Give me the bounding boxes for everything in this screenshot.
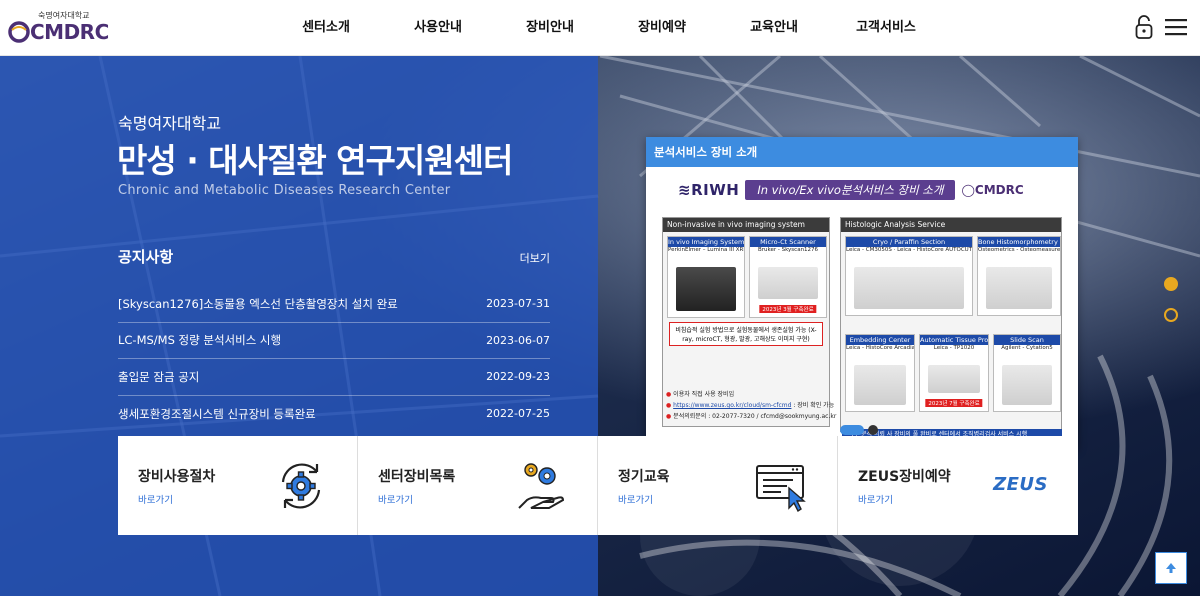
hero-section: 숙명여자대학교 만성 · 대사질환 연구지원센터 Chronic and Met… [0,56,1200,596]
notice-item-title: 출입문 잠금 공지 [118,369,200,384]
notice-board: 공지사항 더보기 [Skyscan1276]소동물용 엑스선 단층촬영장치 설치… [118,244,550,432]
equipment-photo [986,267,1052,309]
poster-title-band: In vivo/Ex vivo분석서비스 장비 소개 [745,180,956,200]
equipment-card: Slide Scan Agilent - Cytation5 [993,334,1061,412]
hero-english-title: Chronic and Metabolic Diseases Research … [118,183,451,198]
notice-item[interactable]: [Skyscan1276]소동물용 엑스선 단층촬영장치 설치 완료 2023-… [118,286,550,323]
quick-menu: 장비사용절차 바로가기 센터장비목록 바로가기 정기교육 바로가기 ZEUS장비… [118,436,1078,535]
quick-go-link[interactable]: 바로가기 [858,492,893,506]
notice-item[interactable]: 출입문 잠금 공지 2022-09-23 [118,359,550,396]
hand-gears-icon [518,463,565,509]
equipment-photo [676,267,736,311]
equipment-card: Micro-Ct Scanner Bruker - Skyscan1276 20… [749,236,827,318]
quick-equipment-procedure[interactable]: 장비사용절차 바로가기 [118,436,358,535]
notice-item-date: 2022-09-23 [486,370,550,384]
equipment-popup[interactable]: 분석서비스 장비 소개 ≋RIWH In vivo/Ex vivo분석서비스 장… [646,137,1078,449]
equipment-photo [854,267,964,309]
quick-regular-education[interactable]: 정기교육 바로가기 [598,436,838,535]
gear-cycle-icon [281,463,321,509]
notice-item[interactable]: LC-MS/MS 정량 분석서비스 시행 2023-06-07 [118,323,550,359]
notice-title: 공지사항 [118,248,174,266]
riwh-logo: ≋RIWH [678,181,740,199]
notice-list: [Skyscan1276]소동물용 엑스선 단층촬영장치 설치 완료 2023-… [118,286,550,432]
quick-go-link[interactable]: 바로가기 [138,492,173,506]
equipment-card: Embedding Center Leica - HistoCore Arcad… [845,334,915,412]
poster-right-column: Histologic Analysis Service Cryo / Paraf… [840,217,1062,432]
right-column-header: Histologic Analysis Service [841,218,1061,232]
quick-title: 장비사용절차 [138,469,216,485]
site-logo[interactable]: 숙명여자대학교 CMDRC [8,10,109,46]
quick-go-link[interactable]: 바로가기 [378,492,413,506]
nav-center-intro[interactable]: 센터소개 [270,0,382,56]
notice-item-date: 2023-07-31 [486,297,550,311]
logo-circle-icon [8,21,30,43]
popup-dot[interactable] [868,425,878,435]
notice-item-date: 2023-06-07 [486,333,550,347]
equipment-photo [854,365,906,405]
notice-item-title: 생세포환경조절시스템 신규장비 등록완료 [118,406,316,421]
popup-header: 분석서비스 장비 소개 [646,137,1078,167]
quick-zeus-booking[interactable]: ZEUS장비예약 바로가기 ZEUS [838,436,1078,535]
equipment-photo [928,365,980,393]
nav-usage-guide[interactable]: 사용안내 [382,0,494,56]
site-header: 숙명여자대학교 CMDRC 센터소개 사용안내 장비안내 장비예약 교육안내 고… [0,0,1200,56]
hero-title: 만성 · 대사질환 연구지원센터 [117,141,513,180]
equipment-card: In vivo Imaging System PerkinElmer – Lum… [667,236,745,318]
nav-education[interactable]: 교육안내 [718,0,830,56]
zeus-logo: ZEUS [993,474,1048,495]
notice-item-title: LC-MS/MS 정량 분석서비스 시행 [118,333,282,348]
slide-bullet-active[interactable] [1164,277,1178,291]
notice-item-title: [Skyscan1276]소동물용 엑스선 단층촬영장치 설치 완료 [118,296,398,311]
notice-item-date: 2022-07-25 [486,407,550,421]
nav-equipment-guide[interactable]: 장비안내 [494,0,606,56]
nav-customer-service[interactable]: 고객서비스 [830,0,942,56]
popup-dot-active[interactable] [840,425,864,435]
quick-go-link[interactable]: 바로가기 [618,492,653,506]
quick-title: 정기교육 [618,469,670,485]
poster-info: ● 이용자 직접 사용 장비임 ● https://www.zeus.go.kr… [666,391,837,420]
equipment-card: Cryo / Paraffin Section Leica - CM3050S … [845,236,973,316]
hero-subtitle: 숙명여자대학교 [118,114,222,133]
lock-icon[interactable] [1134,14,1154,40]
equipment-photo [758,267,818,299]
scroll-top-button[interactable] [1155,552,1187,584]
equipment-card: Bone Histomorphometry analysis system Os… [977,236,1061,316]
quick-title: ZEUS장비예약 [858,469,951,485]
slide-bullet[interactable] [1164,308,1178,322]
cmdrc-logo-small: ◯CMDRC [961,183,1024,197]
quick-title: 센터장비목록 [378,469,456,485]
notice-item[interactable]: 생세포환경조절시스템 신규장비 등록완료 2022-07-25 [118,396,550,433]
menu-icon[interactable] [1164,17,1188,37]
popup-pagination [840,425,878,435]
popup-poster[interactable]: ≋RIWH In vivo/Ex vivo분석서비스 장비 소개 ◯CMDRC … [646,167,1078,449]
equipment-card: Automatic Tissue Processor Leica - TP102… [919,334,989,412]
equipment-photo [1002,365,1052,405]
main-nav: 센터소개 사용안내 장비안내 장비예약 교육안내 고객서비스 [270,0,942,56]
poster-note: 비침습적 실험 방법으로 실험동물에서 생존실험 가능 (X-ray, micr… [669,322,823,346]
arrow-up-icon [1166,563,1176,573]
notice-more-link[interactable]: 더보기 [520,250,550,266]
quick-equipment-list[interactable]: 센터장비목록 바로가기 [358,436,598,535]
left-column-header: Non-invasive in vivo imaging system [663,218,829,232]
logo-text: CMDRC [30,20,109,44]
browser-cursor-icon [756,465,806,513]
nav-equipment-booking[interactable]: 장비예약 [606,0,718,56]
